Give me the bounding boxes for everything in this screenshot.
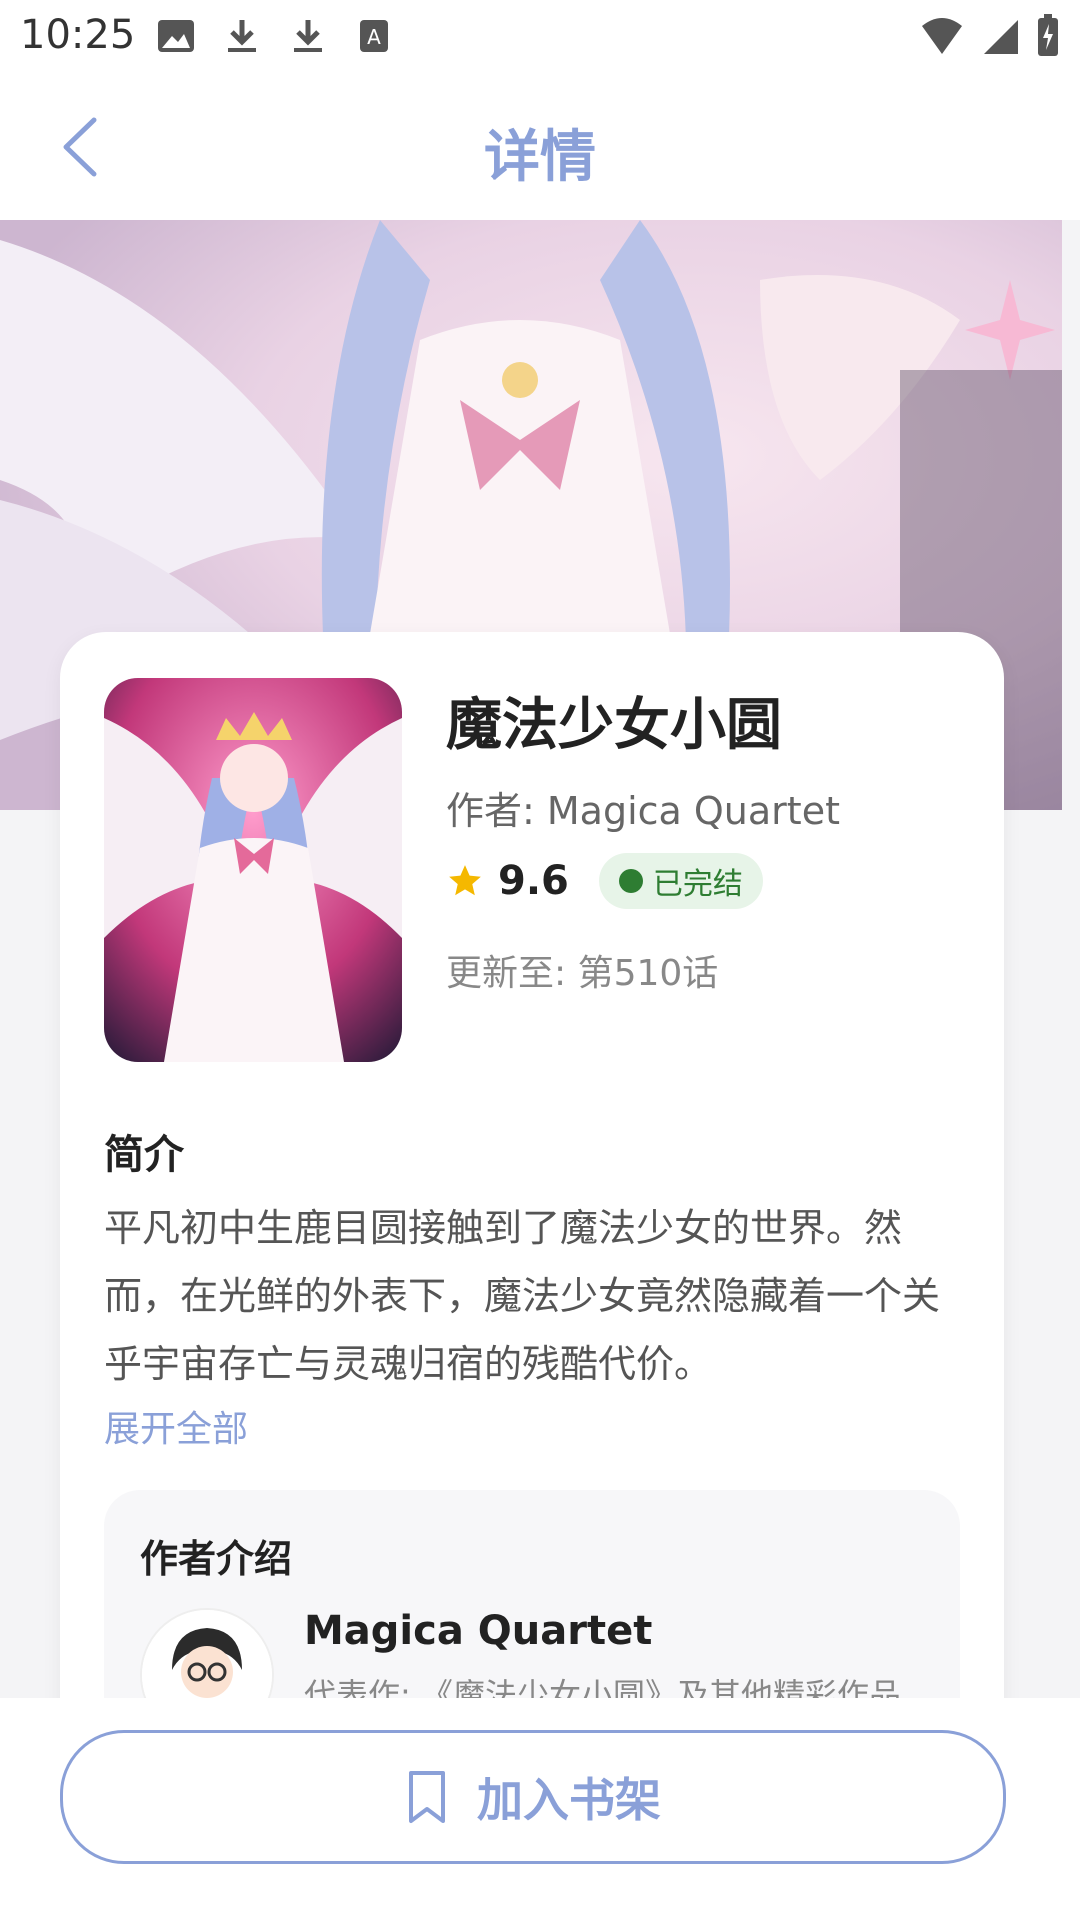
rating-value: 9.6	[498, 858, 569, 904]
gallery-icon	[158, 20, 194, 52]
svg-text:A: A	[367, 25, 381, 49]
intro-text: 平凡初中生鹿目圆接触到了魔法少女的世界。然而，在光鲜的外表下，魔法少女竟然隐藏着…	[104, 1206, 941, 1386]
star-icon	[449, 865, 481, 896]
expand-all-link[interactable]: 展开全部	[104, 1400, 248, 1452]
status-badge: 已完结	[598, 853, 763, 909]
book-cover[interactable]	[104, 678, 402, 1062]
intro-title: 简介	[104, 1132, 184, 1178]
rating-row: 9.6 已完结	[446, 853, 763, 909]
detail-card: 魔法少女小圆 作者: Magica Quartet 9.6 已完结 更新至: 第…	[60, 632, 1004, 1750]
update-info: 更新至: 第510话	[446, 953, 719, 994]
bookmark-icon	[409, 1771, 445, 1823]
battery-icon	[1038, 14, 1058, 56]
status-dot-icon	[618, 869, 643, 893]
page-title: 详情	[484, 125, 596, 190]
text-icon: A	[360, 20, 388, 52]
app-bar: 详情	[0, 72, 1080, 220]
add-to-shelf-button[interactable]: 加入书架	[60, 1730, 1006, 1864]
download-icon	[228, 20, 256, 52]
status-label: 已完结	[652, 867, 743, 902]
download-icon	[294, 20, 322, 52]
add-to-shelf-label: 加入书架	[477, 1773, 661, 1827]
status-bar: 10:25 A	[0, 0, 1080, 72]
author-intro-title: 作者介绍	[140, 1537, 293, 1581]
signal-icon	[984, 20, 1018, 54]
wifi-icon	[922, 18, 962, 54]
book-author: 作者: Magica Quartet	[446, 789, 840, 833]
book-title: 魔法少女小圆	[446, 693, 782, 758]
status-time: 10:25	[20, 12, 136, 58]
status-right	[920, 14, 1060, 58]
bottom-bar: 加入书架	[0, 1698, 1080, 1920]
author-name: Magica Quartet	[304, 1608, 653, 1654]
